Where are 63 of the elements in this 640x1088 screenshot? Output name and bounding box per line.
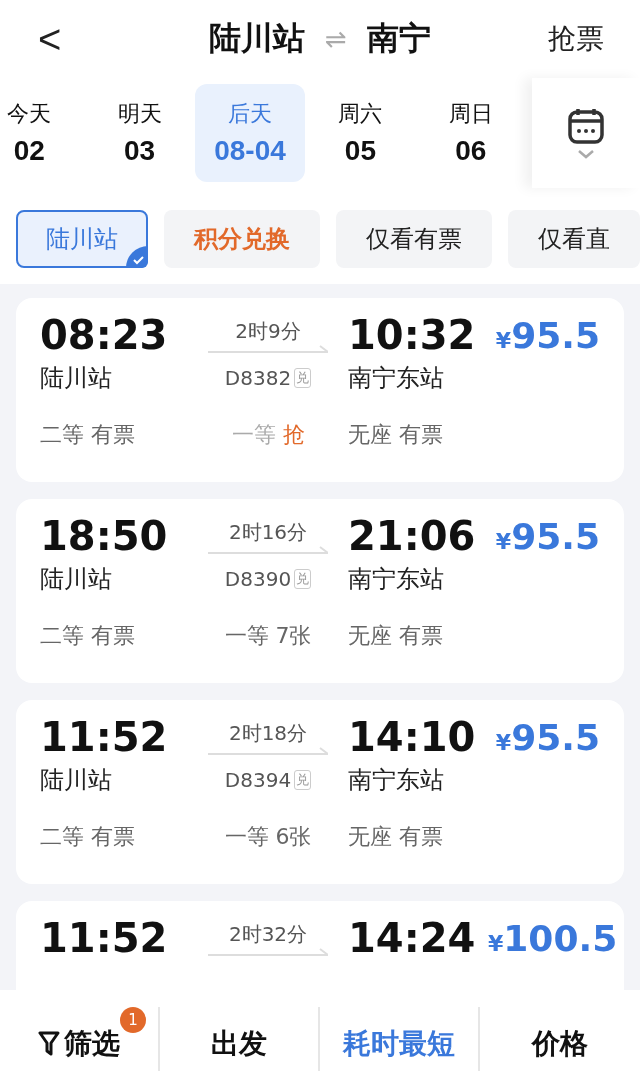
train-number: D8390 xyxy=(224,567,292,591)
filter-chip[interactable]: 仅看直 xyxy=(508,210,640,268)
filter-chip[interactable]: 仅看有票 xyxy=(336,210,492,268)
date-tab[interactable]: 今天 02 xyxy=(0,84,85,182)
departure-time: 11:52 xyxy=(40,714,169,760)
sort-tab[interactable]: 耗时最短 xyxy=(320,1007,480,1071)
arrival-time: 21:06 xyxy=(348,513,477,559)
filter-icon xyxy=(38,1029,60,1058)
arrival-station: 南宁东站 xyxy=(348,363,445,394)
train-card[interactable]: 11:52 2时32分 14:24 ¥100.5 xyxy=(16,901,624,990)
redeem-badge: 兑 xyxy=(294,770,312,790)
arrival-station: 南宁东站 xyxy=(348,765,445,796)
departure-time: 08:23 xyxy=(40,312,169,358)
back-button[interactable]: < xyxy=(32,16,68,62)
redeem-badge: 兑 xyxy=(294,368,312,388)
seat-availability: 无座 有票 xyxy=(348,421,443,449)
train-number: D8382 xyxy=(224,366,292,390)
check-icon xyxy=(126,246,148,268)
seat-availability: 一等 6张 xyxy=(224,823,312,851)
duration: 2时18分 xyxy=(228,719,308,747)
origin-station: 陆川站 xyxy=(209,18,306,59)
duration: 2时9分 xyxy=(235,317,301,345)
seat-availability: 二等 有票 xyxy=(40,823,135,851)
price: ¥100.5 xyxy=(488,917,618,959)
duration: 2时16分 xyxy=(228,518,308,546)
date-tab[interactable]: 周六 05 xyxy=(305,84,416,182)
sort-tab[interactable]: 价格 xyxy=(480,1007,640,1071)
seat-availability: 一等 7张 xyxy=(224,622,312,650)
grab-ticket-button[interactable]: 抢票 xyxy=(542,19,610,59)
seat-availability: 二等 有票 xyxy=(40,421,135,449)
departure-station: 陆川站 xyxy=(40,564,113,595)
departure-time: 18:50 xyxy=(40,513,169,559)
arrival-time: 14:24 xyxy=(348,915,477,961)
date-tab[interactable]: 后天 08-04 xyxy=(194,84,306,182)
redeem-badge: 兑 xyxy=(294,569,312,589)
destination-station: 南宁 xyxy=(366,18,431,59)
train-card[interactable]: 18:50 2时16分 21:06 ¥95.5 陆川站 D8390 兑 南宁东站 二等 有票 一等 7张 无座 有票 xyxy=(16,499,624,683)
duration: 2时32分 xyxy=(228,920,308,948)
seat-availability: 无座 有票 xyxy=(348,823,443,851)
train-number: D8394 xyxy=(224,768,292,792)
arrival-station: 南宁东站 xyxy=(348,564,445,595)
train-card[interactable]: 11:52 2时18分 14:10 ¥95.5 陆川站 D8394 兑 南宁东站 二等 有票 一等 6张 无座 有票 xyxy=(16,700,624,884)
departure-time: 11:52 xyxy=(40,915,169,961)
sort-tab[interactable]: 出发 xyxy=(160,1007,320,1071)
arrival-time: 10:32 xyxy=(348,312,477,358)
chevron-down-icon xyxy=(577,149,595,159)
calendar-icon xyxy=(567,107,605,145)
seat-availability: 无座 有票 xyxy=(348,622,443,650)
date-tab[interactable]: 周日 06 xyxy=(415,84,527,182)
date-tab[interactable]: 明天 03 xyxy=(84,84,195,182)
price: ¥95.5 xyxy=(495,515,600,557)
seat-availability: 二等 有票 xyxy=(40,622,135,650)
seat-availability: 一等 抢 xyxy=(231,421,305,449)
departure-station: 陆川站 xyxy=(40,363,113,394)
price: ¥95.5 xyxy=(495,314,600,356)
count-badge: 1 xyxy=(120,1007,146,1033)
calendar-button[interactable] xyxy=(532,78,640,188)
departure-station: 陆川站 xyxy=(40,765,113,796)
arrival-time: 14:10 xyxy=(348,714,477,760)
train-card[interactable]: 08:23 2时9分 10:32 ¥95.5 陆川站 D8382 兑 南宁东站 二等 有票 一等 抢 无座 有票 xyxy=(16,298,624,482)
filter-chip[interactable]: 陆川站 xyxy=(16,210,148,268)
price: ¥95.5 xyxy=(495,716,600,758)
filter-button[interactable]: 筛选 1 xyxy=(0,1007,160,1071)
